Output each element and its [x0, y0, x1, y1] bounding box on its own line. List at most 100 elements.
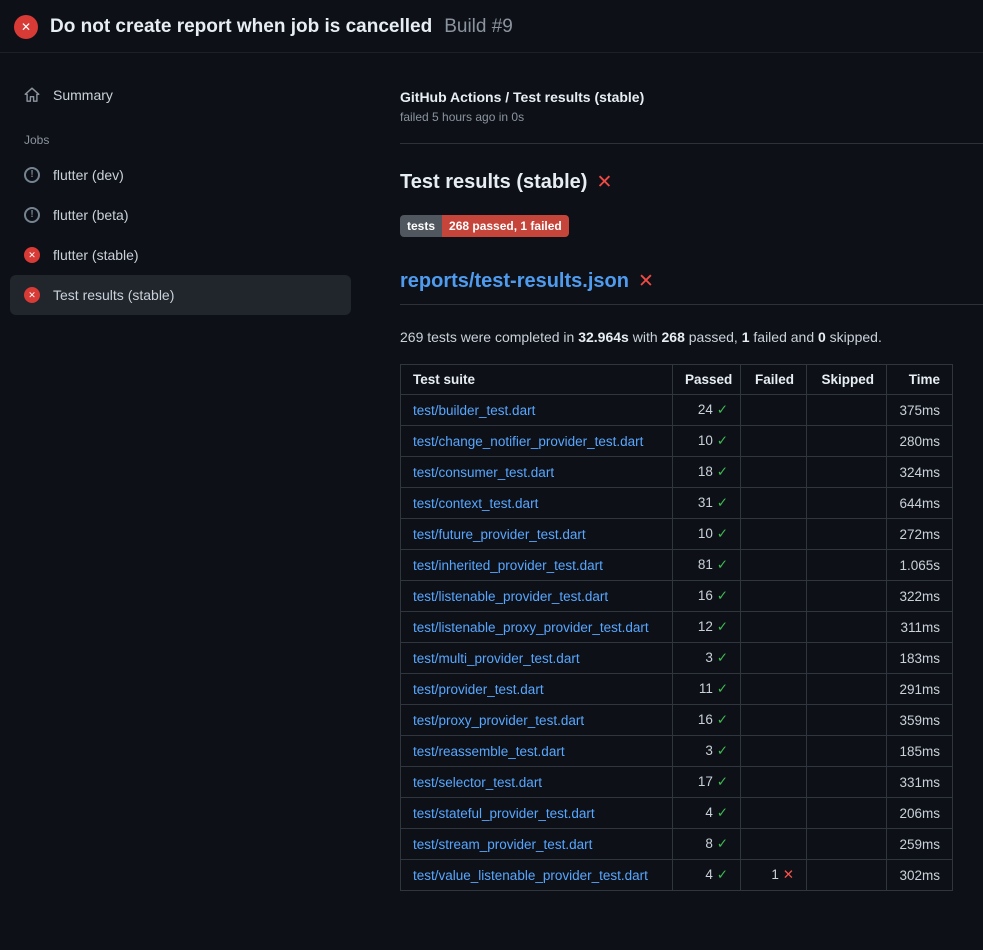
suite-link[interactable]: test/multi_provider_test.dart	[413, 651, 580, 666]
failed-cell	[741, 674, 807, 705]
suite-link[interactable]: test/builder_test.dart	[413, 403, 535, 418]
failed-cell	[741, 426, 807, 457]
summary-segment: skipped.	[826, 329, 882, 345]
sidebar-item-test-results-stable[interactable]: ✕Test results (stable)	[10, 275, 351, 315]
check-icon: ✓	[717, 867, 728, 882]
section-title-text: Test results (stable)	[400, 171, 587, 194]
summary-segment: 32.964s	[578, 329, 629, 345]
table-row: test/builder_test.dart24 ✓375ms	[401, 395, 953, 426]
skipped-cell	[807, 643, 887, 674]
table-row: test/listenable_proxy_provider_test.dart…	[401, 612, 953, 643]
table-row: test/consumer_test.dart18 ✓324ms	[401, 457, 953, 488]
sidebar-item-flutter-stable[interactable]: ✕flutter (stable)	[10, 235, 351, 275]
github-actions-run-page: ✕ Do not create report when job is cance…	[0, 0, 983, 891]
suite-link[interactable]: test/consumer_test.dart	[413, 465, 554, 480]
x-circle-icon: ✕	[24, 287, 40, 303]
sidebar-item-summary[interactable]: Summary	[10, 75, 351, 115]
sidebar-item-flutter-beta[interactable]: ! flutter (beta)	[10, 195, 351, 235]
time-cell: 322ms	[887, 581, 953, 612]
tests-status-badge: tests 268 passed, 1 failed	[400, 215, 569, 237]
suite-link[interactable]: test/change_notifier_provider_test.dart	[413, 434, 643, 449]
skipped-cell	[807, 674, 887, 705]
x-icon: ✕	[783, 867, 794, 882]
page-layout: Summary Jobs !flutter (dev)!flutter (bet…	[0, 53, 983, 891]
badge-label: tests	[400, 215, 442, 237]
failed-cell	[741, 550, 807, 581]
suite-link[interactable]: test/selector_test.dart	[413, 775, 542, 790]
home-icon	[24, 87, 40, 103]
suite-link[interactable]: test/proxy_provider_test.dart	[413, 713, 584, 728]
check-icon: ✓	[717, 650, 728, 665]
time-cell: 311ms	[887, 612, 953, 643]
table-row: test/change_notifier_provider_test.dart 1…	[401, 426, 953, 457]
skipped-cell	[807, 426, 887, 457]
table-row: test/stream_provider_test.dart8 ✓259ms	[401, 829, 953, 860]
neutral-circle-icon: !	[24, 167, 40, 183]
suite-cell: test/change_notifier_provider_test.dart	[401, 426, 673, 457]
suite-link[interactable]: test/future_provider_test.dart	[413, 527, 586, 542]
suite-link[interactable]: test/value_listenable_provider_test.dart	[413, 868, 648, 883]
failed-cell	[741, 457, 807, 488]
suite-link[interactable]: test/listenable_proxy_provider_test.dart	[413, 620, 649, 635]
skipped-cell	[807, 798, 887, 829]
table-row: test/value_listenable_provider_test.dart…	[401, 860, 953, 891]
summary-segment: 1	[742, 329, 750, 345]
suite-cell: test/consumer_test.dart	[401, 457, 673, 488]
passed-cell: 16 ✓	[673, 705, 741, 736]
test-summary-line: 269 tests were completed in 32.964s with…	[400, 329, 983, 345]
passed-count: 4	[705, 867, 716, 882]
report-file-link[interactable]: reports/test-results.json	[400, 270, 629, 293]
suite-cell: test/builder_test.dart	[401, 395, 673, 426]
table-row: test/context_test.dart31 ✓644ms	[401, 488, 953, 519]
suite-cell: test/proxy_provider_test.dart	[401, 705, 673, 736]
passed-count: 16	[698, 712, 717, 727]
neutral-circle-icon: !	[24, 207, 40, 223]
col-header-test-suite: Test suite	[401, 365, 673, 395]
check-icon: ✓	[717, 712, 728, 727]
table-row: test/proxy_provider_test.dart 16 ✓ 359ms	[401, 705, 953, 736]
suite-link[interactable]: test/stream_provider_test.dart	[413, 837, 592, 852]
passed-count: 8	[705, 836, 716, 851]
skipped-cell	[807, 767, 887, 798]
table-row: test/selector_test.dart17 ✓331ms	[401, 767, 953, 798]
passed-count: 12	[698, 619, 717, 634]
suite-link[interactable]: test/stateful_provider_test.dart	[413, 806, 595, 821]
suite-cell: test/future_provider_test.dart	[401, 519, 673, 550]
col-header-failed: Failed	[741, 365, 807, 395]
test-results-table: Test suitePassedFailedSkippedTime test/b…	[400, 364, 953, 891]
skipped-cell	[807, 395, 887, 426]
passed-cell: 31 ✓	[673, 488, 741, 519]
main-content: GitHub Actions / Test results (stable) f…	[400, 53, 983, 891]
suite-link[interactable]: test/inherited_provider_test.dart	[413, 558, 603, 573]
skipped-cell	[807, 705, 887, 736]
failed-cell	[741, 798, 807, 829]
failed-cell	[741, 519, 807, 550]
run-header: ✕ Do not create report when job is cance…	[0, 0, 983, 53]
table-row: test/multi_provider_test.dart3 ✓183ms	[401, 643, 953, 674]
suite-link[interactable]: test/reassemble_test.dart	[413, 744, 565, 759]
suite-link[interactable]: test/listenable_provider_test.dart	[413, 589, 608, 604]
passed-count: 10	[698, 433, 717, 448]
check-icon: ✓	[717, 495, 728, 510]
suite-cell: test/listenable_provider_test.dart	[401, 581, 673, 612]
passed-count: 81	[698, 557, 717, 572]
suite-link[interactable]: test/context_test.dart	[413, 496, 538, 511]
job-label: flutter (beta)	[53, 207, 128, 223]
job-label: flutter (stable)	[53, 247, 139, 263]
failed-cell	[741, 643, 807, 674]
check-icon: ✓	[717, 433, 728, 448]
passed-cell: 3 ✓	[673, 643, 741, 674]
time-cell: 375ms	[887, 395, 953, 426]
suite-cell: test/stream_provider_test.dart	[401, 829, 673, 860]
failed-cell	[741, 395, 807, 426]
report-failed-x-icon: ✕	[638, 270, 654, 293]
check-icon: ✓	[717, 588, 728, 603]
time-cell: 359ms	[887, 705, 953, 736]
sidebar-item-flutter-dev[interactable]: ! flutter (dev)	[10, 155, 351, 195]
time-cell: 331ms	[887, 767, 953, 798]
check-icon: ✓	[717, 743, 728, 758]
suite-link[interactable]: test/provider_test.dart	[413, 682, 544, 697]
failed-cell	[741, 736, 807, 767]
job-label: flutter (dev)	[53, 167, 124, 183]
check-icon: ✓	[717, 836, 728, 851]
